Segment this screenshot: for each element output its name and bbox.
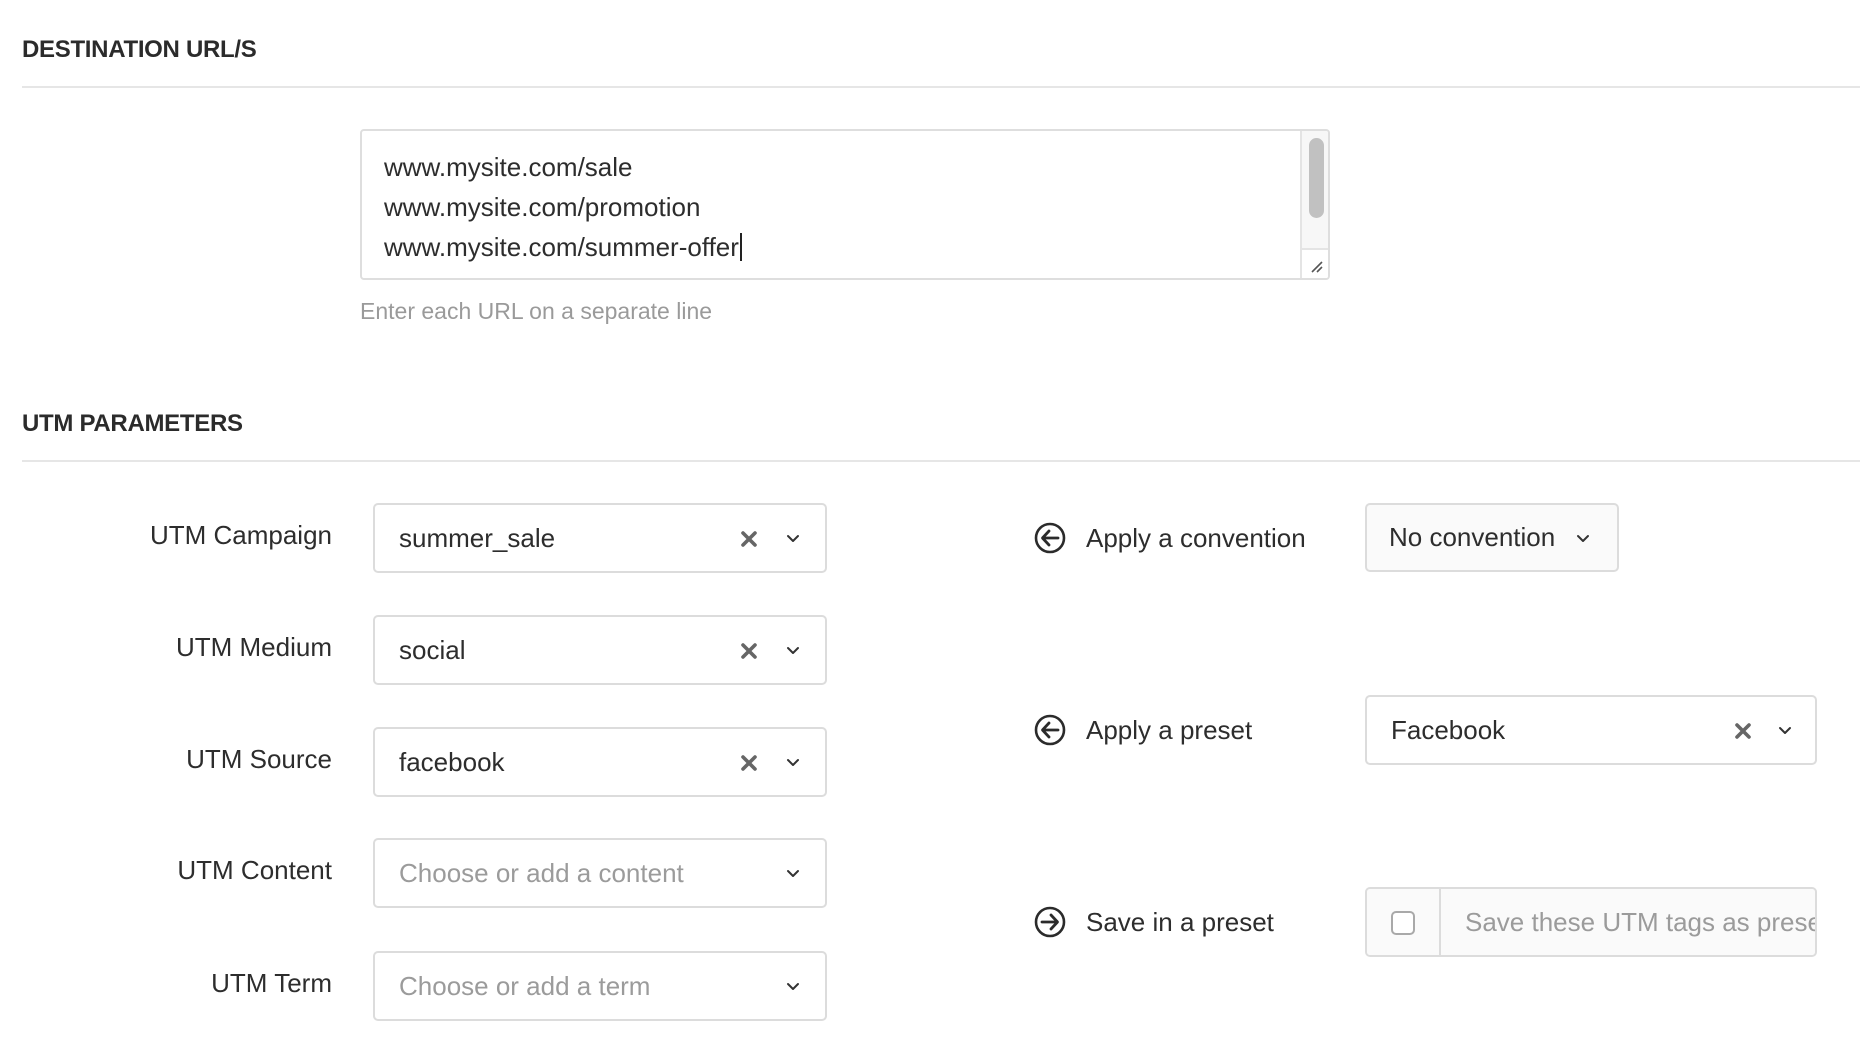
chevron-down-icon[interactable] bbox=[785, 866, 801, 880]
destination-urls-textarea[interactable]: www.mysite.com/sale www.mysite.com/promo… bbox=[360, 129, 1330, 280]
url-lines: www.mysite.com/sale www.mysite.com/promo… bbox=[384, 147, 742, 267]
chevron-down-icon[interactable] bbox=[785, 755, 801, 769]
utm-medium-select[interactable]: social bbox=[373, 615, 827, 685]
utm-divider bbox=[22, 460, 1860, 462]
destination-divider bbox=[22, 86, 1860, 88]
destination-section-title: DESTINATION URL/S bbox=[22, 36, 257, 63]
apply-convention-label: Apply a convention bbox=[1086, 522, 1306, 553]
utm-source-select[interactable]: facebook bbox=[373, 727, 827, 797]
convention-value: No convention bbox=[1389, 522, 1556, 552]
utm-term-label: UTM Term bbox=[211, 968, 332, 998]
utm-medium-label: UTM Medium bbox=[175, 632, 332, 662]
close-icon[interactable] bbox=[1733, 721, 1753, 741]
arrow-left-circle-icon bbox=[1034, 522, 1066, 554]
save-preset-action: Save in a preset bbox=[1034, 902, 1274, 942]
apply-preset-label: Apply a preset bbox=[1086, 714, 1253, 745]
chevron-down-icon bbox=[1577, 535, 1589, 542]
url-line: www.mysite.com/sale bbox=[384, 152, 633, 182]
save-preset-name-input[interactable] bbox=[1443, 889, 1815, 955]
chevron-down-icon[interactable] bbox=[785, 531, 801, 545]
url-line: www.mysite.com/promotion bbox=[384, 192, 701, 222]
resize-handle-icon bbox=[1311, 261, 1323, 273]
save-preset-checkbox[interactable] bbox=[1391, 911, 1415, 935]
close-icon[interactable] bbox=[739, 641, 759, 661]
chevron-down-icon[interactable] bbox=[1777, 723, 1793, 737]
utm-builder-page: DESTINATION URL/S www.mysite.com/sale ww… bbox=[0, 0, 1860, 1060]
utm-medium-value: social bbox=[399, 635, 466, 665]
utm-content-label: UTM Content bbox=[177, 855, 332, 885]
save-preset-group bbox=[1365, 887, 1817, 957]
chevron-down-icon[interactable] bbox=[785, 643, 801, 657]
scrollbar-thumb[interactable] bbox=[1309, 138, 1324, 218]
utm-campaign-label: UTM Campaign bbox=[149, 520, 332, 550]
resize-handle[interactable] bbox=[1302, 248, 1328, 278]
apply-convention-action: Apply a convention bbox=[1034, 518, 1306, 558]
utm-source-label: UTM Source bbox=[186, 744, 332, 774]
preset-dropdown[interactable]: Facebook bbox=[1365, 695, 1817, 765]
utm-term-placeholder: Choose or add a term bbox=[399, 971, 651, 1001]
text-caret bbox=[739, 233, 742, 261]
convention-dropdown[interactable]: No convention bbox=[1365, 503, 1619, 572]
arrow-right-circle-icon bbox=[1034, 906, 1066, 938]
save-preset-checkbox-cell bbox=[1367, 889, 1441, 955]
utm-campaign-select[interactable]: summer_sale bbox=[373, 503, 827, 573]
url-line: www.mysite.com/summer-offer bbox=[384, 232, 739, 262]
save-preset-label: Save in a preset bbox=[1086, 906, 1274, 937]
preset-value: Facebook bbox=[1391, 715, 1506, 745]
utm-section-title: UTM PARAMETERS bbox=[22, 410, 243, 437]
utm-source-value: facebook bbox=[399, 747, 505, 777]
apply-preset-action: Apply a preset bbox=[1034, 710, 1252, 750]
close-icon[interactable] bbox=[739, 753, 759, 773]
utm-content-select[interactable]: Choose or add a content bbox=[373, 838, 827, 908]
textarea-scrollbar[interactable] bbox=[1300, 131, 1328, 278]
url-line-wrapper: www.mysite.com/summer-offer bbox=[384, 227, 742, 267]
destination-hint: Enter each URL on a separate line bbox=[360, 298, 713, 324]
chevron-down-icon[interactable] bbox=[785, 979, 801, 993]
arrow-left-circle-icon bbox=[1034, 714, 1066, 746]
utm-term-select[interactable]: Choose or add a term bbox=[373, 951, 827, 1021]
utm-campaign-value: summer_sale bbox=[399, 523, 556, 553]
utm-content-placeholder: Choose or add a content bbox=[399, 858, 684, 888]
close-icon[interactable] bbox=[739, 529, 759, 549]
